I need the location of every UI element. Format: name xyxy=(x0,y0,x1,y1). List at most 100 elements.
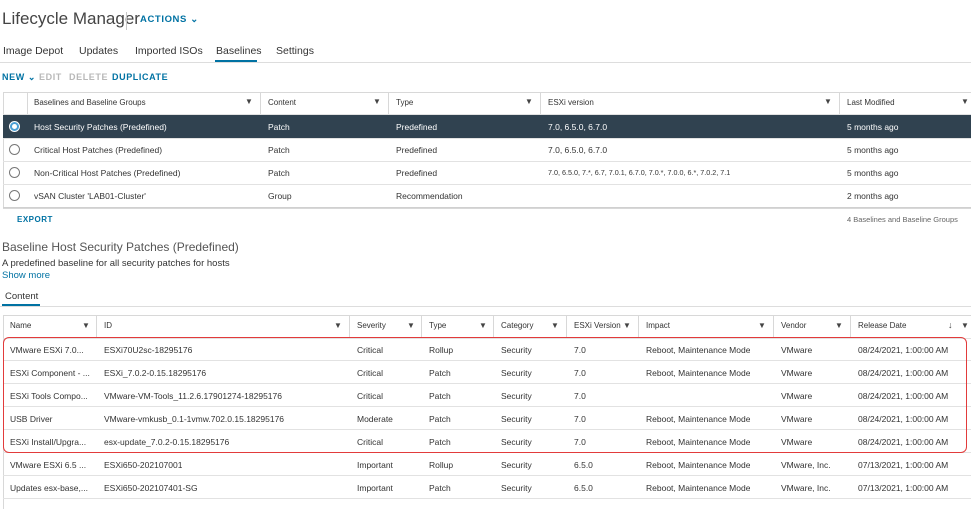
col-header-release-date[interactable]: Release Date xyxy=(858,321,906,330)
baseline-description: A predefined baseline for all security p… xyxy=(2,258,230,269)
baseline-esxi-version: 7.0, 6.5.0, 6.7.0 xyxy=(548,122,608,132)
col-header-baselines[interactable]: Baselines and Baseline Groups xyxy=(34,98,146,107)
title-divider xyxy=(126,12,127,30)
update-esxi-version: 6.5.0 xyxy=(574,483,593,493)
column-divider xyxy=(493,316,494,338)
baseline-content: Patch xyxy=(268,145,290,155)
baseline-last-modified: 2 months ago xyxy=(847,191,899,201)
baselines-count: 4 Baselines and Baseline Groups xyxy=(847,215,958,224)
duplicate-button[interactable]: DUPLICATE xyxy=(112,72,168,82)
baseline-name[interactable]: Non-Critical Host Patches (Predefined) xyxy=(34,168,180,178)
baseline-content: Patch xyxy=(268,168,290,178)
filter-icon[interactable]: ▼ xyxy=(525,97,533,106)
col-header-id[interactable]: ID xyxy=(104,321,112,330)
baseline-detail-title: Baseline Host Security Patches (Predefin… xyxy=(2,240,239,254)
column-divider xyxy=(540,93,541,115)
page-title: Lifecycle Manager xyxy=(2,9,140,28)
column-divider xyxy=(260,93,261,115)
update-impact: Reboot, Maintenance Mode xyxy=(646,483,751,493)
baseline-type: Predefined xyxy=(396,122,438,132)
column-divider xyxy=(638,316,639,338)
col-header-impact[interactable]: Impact xyxy=(646,321,670,330)
update-name[interactable]: Updates esx-base,... xyxy=(10,483,94,493)
update-vendor: VMware, Inc. xyxy=(781,460,831,470)
col-header-esxi-version[interactable]: ESXi version xyxy=(548,98,594,107)
row-radio[interactable] xyxy=(9,167,20,178)
filter-icon[interactable]: ▼ xyxy=(758,321,766,330)
tab-settings[interactable]: Settings xyxy=(276,45,314,57)
baseline-last-modified: 5 months ago xyxy=(847,168,899,178)
col-header-vendor[interactable]: Vendor xyxy=(781,321,806,330)
baseline-esxi-version: 7.0, 6.5.0, 6.7.0 xyxy=(548,145,608,155)
tabs-divider xyxy=(0,62,971,63)
col-header-type[interactable]: Type xyxy=(396,98,413,107)
sort-desc-icon[interactable]: ↓ xyxy=(948,320,953,330)
column-divider xyxy=(349,316,350,338)
filter-icon[interactable]: ▼ xyxy=(623,321,631,330)
filter-icon[interactable]: ▼ xyxy=(245,97,253,106)
baseline-content: Group xyxy=(268,191,292,201)
filter-icon[interactable]: ▼ xyxy=(835,321,843,330)
col-header-esxi-version[interactable]: ESXi Version xyxy=(574,321,621,330)
update-severity: Important xyxy=(357,483,393,493)
filter-icon[interactable]: ▼ xyxy=(551,321,559,330)
filter-icon[interactable]: ▼ xyxy=(961,97,969,106)
update-name[interactable]: VMware ESXi 6.5 ... xyxy=(10,460,94,470)
actions-menu-button[interactable]: ACTIONS ⌄ xyxy=(140,14,199,25)
filter-icon[interactable]: ▼ xyxy=(824,97,832,106)
col-header-type[interactable]: Type xyxy=(429,321,446,330)
row-radio[interactable] xyxy=(9,190,20,201)
row-radio[interactable] xyxy=(9,144,20,155)
column-divider xyxy=(421,316,422,338)
tab-content[interactable]: Content xyxy=(5,291,38,302)
delete-button[interactable]: DELETE xyxy=(69,72,108,82)
filter-icon[interactable]: ▼ xyxy=(407,321,415,330)
update-release-date: 07/13/2021, 1:00:00 AM xyxy=(858,483,949,493)
baseline-last-modified: 5 months ago xyxy=(847,122,899,132)
tab-imported-isos[interactable]: Imported ISOs xyxy=(135,45,203,57)
column-divider xyxy=(773,316,774,338)
filter-icon[interactable]: ▼ xyxy=(373,97,381,106)
tab-updates[interactable]: Updates xyxy=(79,45,118,57)
tab-image-depot[interactable]: Image Depot xyxy=(3,45,63,57)
filter-icon[interactable]: ▼ xyxy=(82,321,90,330)
update-severity: Important xyxy=(357,460,393,470)
column-divider xyxy=(566,316,567,338)
actions-label: ACTIONS xyxy=(140,14,187,25)
update-id: ESXi650-202107401-SG xyxy=(104,483,198,493)
baseline-esxi-version: 7.0, 6.5.0, 7.*, 6.7, 7.0.1, 6.7.0, 7.0.… xyxy=(548,168,731,177)
chevron-down-icon: ⌄ xyxy=(27,72,37,82)
filter-icon[interactable]: ▼ xyxy=(479,321,487,330)
update-vendor: VMware, Inc. xyxy=(781,483,831,493)
column-divider xyxy=(839,93,840,115)
row-divider xyxy=(3,184,971,185)
row-radio-selected[interactable] xyxy=(9,121,20,132)
col-header-category[interactable]: Category xyxy=(501,321,533,330)
export-button[interactable]: EXPORT xyxy=(17,215,53,224)
column-divider xyxy=(388,93,389,115)
update-id: ESXi650-202107001 xyxy=(104,460,183,470)
col-header-content[interactable]: Content xyxy=(268,98,296,107)
grid-footer-divider xyxy=(3,207,971,208)
edit-button[interactable]: EDIT xyxy=(39,72,62,82)
baseline-name[interactable]: vSAN Cluster 'LAB01-Cluster' xyxy=(34,191,146,201)
row-divider xyxy=(3,138,971,139)
filter-icon[interactable]: ▼ xyxy=(961,321,969,330)
col-header-severity[interactable]: Severity xyxy=(357,321,386,330)
filter-icon[interactable]: ▼ xyxy=(334,321,342,330)
update-release-date: 07/13/2021, 1:00:00 AM xyxy=(858,460,949,470)
baseline-type: Predefined xyxy=(396,145,438,155)
row-divider xyxy=(3,114,971,115)
col-header-last-modified[interactable]: Last Modified xyxy=(847,98,895,107)
new-button[interactable]: NEW ⌄ xyxy=(2,72,36,83)
baseline-name[interactable]: Critical Host Patches (Predefined) xyxy=(34,145,162,155)
show-more-link[interactable]: Show more xyxy=(2,270,50,281)
baseline-content: Patch xyxy=(268,122,290,132)
baseline-name[interactable]: Host Security Patches (Predefined) xyxy=(34,122,167,132)
column-divider xyxy=(850,316,851,338)
col-header-name[interactable]: Name xyxy=(10,321,31,330)
row-divider xyxy=(3,161,971,162)
tab-baselines[interactable]: Baselines xyxy=(216,45,262,57)
update-esxi-version: 6.5.0 xyxy=(574,460,593,470)
column-divider xyxy=(27,93,28,115)
